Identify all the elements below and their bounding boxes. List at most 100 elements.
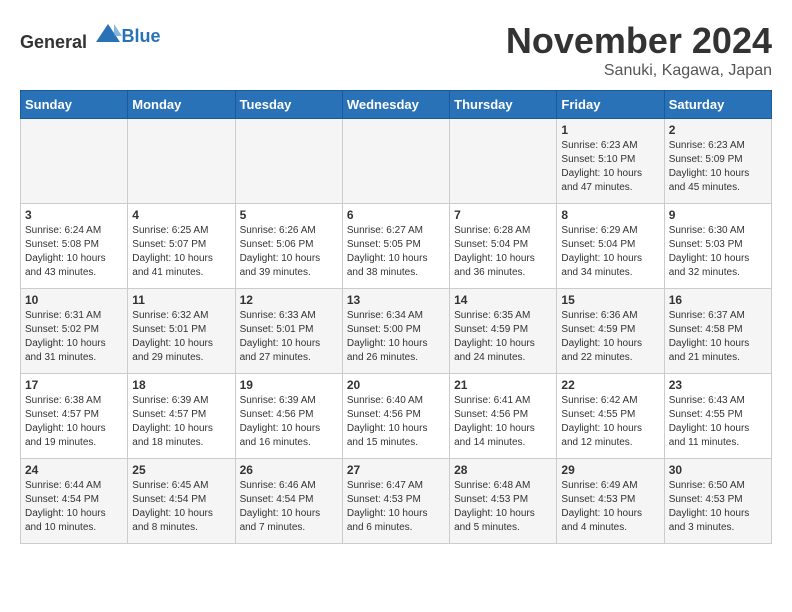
day-number: 7 <box>454 208 552 222</box>
calendar-cell: 19 Sunrise: 6:39 AM Sunset: 4:56 PM Dayli… <box>235 374 342 459</box>
day-number: 21 <box>454 378 552 392</box>
day-number: 12 <box>240 293 338 307</box>
day-info: Sunrise: 6:34 AM Sunset: 5:00 PM Dayligh… <box>347 309 445 365</box>
day-info: Sunrise: 6:42 AM Sunset: 4:55 PM Dayligh… <box>561 394 659 450</box>
calendar-week-row: 17 Sunrise: 6:38 AM Sunset: 4:57 PM Dayli… <box>21 374 772 459</box>
calendar-week-row: 10 Sunrise: 6:31 AM Sunset: 5:02 PM Dayli… <box>21 289 772 374</box>
calendar-cell: 4 Sunrise: 6:25 AM Sunset: 5:07 PM Daylig… <box>128 204 235 289</box>
calendar-cell: 28 Sunrise: 6:48 AM Sunset: 4:53 PM Dayli… <box>450 459 557 544</box>
calendar-cell: 22 Sunrise: 6:42 AM Sunset: 4:55 PM Dayli… <box>557 374 664 459</box>
day-number: 19 <box>240 378 338 392</box>
calendar-cell: 10 Sunrise: 6:31 AM Sunset: 5:02 PM Dayli… <box>21 289 128 374</box>
day-number: 18 <box>132 378 230 392</box>
calendar-cell: 23Sunrise: 6:43 AM Sunset: 4:55 PM Dayli… <box>664 374 771 459</box>
day-info: Sunrise: 6:39 AM Sunset: 4:56 PM Dayligh… <box>240 394 338 450</box>
calendar-cell: 27 Sunrise: 6:47 AM Sunset: 4:53 PM Dayli… <box>342 459 449 544</box>
day-number: 29 <box>561 463 659 477</box>
day-number: 4 <box>132 208 230 222</box>
day-info: Sunrise: 6:40 AM Sunset: 4:56 PM Dayligh… <box>347 394 445 450</box>
calendar-cell: 25Sunrise: 6:45 AM Sunset: 4:54 PM Dayli… <box>128 459 235 544</box>
calendar-cell: 12Sunrise: 6:33 AM Sunset: 5:01 PM Dayli… <box>235 289 342 374</box>
day-number: 17 <box>25 378 123 392</box>
calendar-cell: 26Sunrise: 6:46 AM Sunset: 4:54 PM Dayli… <box>235 459 342 544</box>
calendar-cell <box>21 119 128 204</box>
month-title: November 2024 <box>506 20 772 62</box>
day-number: 6 <box>347 208 445 222</box>
header: General Blue November 2024 Sanuki, Kagaw… <box>20 20 772 80</box>
day-number: 9 <box>669 208 767 222</box>
calendar-cell: 8 Sunrise: 6:29 AM Sunset: 5:04 PM Daylig… <box>557 204 664 289</box>
calendar-week-row: 1 Sunrise: 6:23 AM Sunset: 5:10 PM Daylig… <box>21 119 772 204</box>
day-info: Sunrise: 6:47 AM Sunset: 4:53 PM Dayligh… <box>347 479 445 535</box>
day-info: Sunrise: 6:39 AM Sunset: 4:57 PM Dayligh… <box>132 394 230 450</box>
calendar-cell: 15Sunrise: 6:36 AM Sunset: 4:59 PM Dayli… <box>557 289 664 374</box>
day-number: 1 <box>561 123 659 137</box>
day-info: Sunrise: 6:37 AM Sunset: 4:58 PM Dayligh… <box>669 309 767 365</box>
day-info: Sunrise: 6:29 AM Sunset: 5:04 PM Dayligh… <box>561 224 659 280</box>
calendar-cell: 16 Sunrise: 6:37 AM Sunset: 4:58 PM Dayli… <box>664 289 771 374</box>
calendar-cell: 5 Sunrise: 6:26 AM Sunset: 5:06 PM Daylig… <box>235 204 342 289</box>
day-number: 14 <box>454 293 552 307</box>
day-info: Sunrise: 6:48 AM Sunset: 4:53 PM Dayligh… <box>454 479 552 535</box>
day-number: 24 <box>25 463 123 477</box>
title-area: November 2024 Sanuki, Kagawa, Japan <box>506 20 772 80</box>
calendar-cell: 18 Sunrise: 6:39 AM Sunset: 4:57 PM Dayli… <box>128 374 235 459</box>
calendar-cell <box>342 119 449 204</box>
calendar-cell <box>450 119 557 204</box>
day-info: Sunrise: 6:38 AM Sunset: 4:57 PM Dayligh… <box>25 394 123 450</box>
location-subtitle: Sanuki, Kagawa, Japan <box>506 62 772 80</box>
day-info: Sunrise: 6:30 AM Sunset: 5:03 PM Dayligh… <box>669 224 767 280</box>
calendar-cell: 2Sunrise: 6:23 AM Sunset: 5:09 PM Daylig… <box>664 119 771 204</box>
calendar-cell: 20Sunrise: 6:40 AM Sunset: 4:56 PM Dayli… <box>342 374 449 459</box>
calendar-cell: 24 Sunrise: 6:44 AM Sunset: 4:54 PM Dayli… <box>21 459 128 544</box>
day-info: Sunrise: 6:43 AM Sunset: 4:55 PM Dayligh… <box>669 394 767 450</box>
logo: General Blue <box>20 20 161 53</box>
day-info: Sunrise: 6:24 AM Sunset: 5:08 PM Dayligh… <box>25 224 123 280</box>
calendar-cell: 17 Sunrise: 6:38 AM Sunset: 4:57 PM Dayli… <box>21 374 128 459</box>
logo-general-text: General <box>20 32 87 52</box>
calendar-cell: 9 Sunrise: 6:30 AM Sunset: 5:03 PM Daylig… <box>664 204 771 289</box>
day-info: Sunrise: 6:28 AM Sunset: 5:04 PM Dayligh… <box>454 224 552 280</box>
day-number: 28 <box>454 463 552 477</box>
day-number: 22 <box>561 378 659 392</box>
calendar-cell: 13 Sunrise: 6:34 AM Sunset: 5:00 PM Dayli… <box>342 289 449 374</box>
day-info: Sunrise: 6:46 AM Sunset: 4:54 PM Dayligh… <box>240 479 338 535</box>
day-number: 30 <box>669 463 767 477</box>
weekday-header: Tuesday <box>235 91 342 119</box>
calendar-cell: 3 Sunrise: 6:24 AM Sunset: 5:08 PM Daylig… <box>21 204 128 289</box>
day-number: 27 <box>347 463 445 477</box>
logo-blue-text: Blue <box>122 26 161 46</box>
calendar-cell: 7 Sunrise: 6:28 AM Sunset: 5:04 PM Daylig… <box>450 204 557 289</box>
weekday-header: Saturday <box>664 91 771 119</box>
calendar-cell: 29Sunrise: 6:49 AM Sunset: 4:53 PM Dayli… <box>557 459 664 544</box>
day-info: Sunrise: 6:50 AM Sunset: 4:53 PM Dayligh… <box>669 479 767 535</box>
day-info: Sunrise: 6:44 AM Sunset: 4:54 PM Dayligh… <box>25 479 123 535</box>
day-info: Sunrise: 6:23 AM Sunset: 5:10 PM Dayligh… <box>561 139 659 195</box>
day-info: Sunrise: 6:32 AM Sunset: 5:01 PM Dayligh… <box>132 309 230 365</box>
calendar-week-row: 24 Sunrise: 6:44 AM Sunset: 4:54 PM Dayli… <box>21 459 772 544</box>
day-number: 2 <box>669 123 767 137</box>
day-info: Sunrise: 6:31 AM Sunset: 5:02 PM Dayligh… <box>25 309 123 365</box>
day-number: 5 <box>240 208 338 222</box>
day-number: 11 <box>132 293 230 307</box>
weekday-header-row: SundayMondayTuesdayWednesdayThursdayFrid… <box>21 91 772 119</box>
calendar-cell: 21Sunrise: 6:41 AM Sunset: 4:56 PM Dayli… <box>450 374 557 459</box>
day-info: Sunrise: 6:26 AM Sunset: 5:06 PM Dayligh… <box>240 224 338 280</box>
logo-icon <box>94 20 122 48</box>
weekday-header: Friday <box>557 91 664 119</box>
calendar-cell: 14Sunrise: 6:35 AM Sunset: 4:59 PM Dayli… <box>450 289 557 374</box>
day-number: 13 <box>347 293 445 307</box>
calendar-cell: 1 Sunrise: 6:23 AM Sunset: 5:10 PM Daylig… <box>557 119 664 204</box>
calendar-table: SundayMondayTuesdayWednesdayThursdayFrid… <box>20 90 772 544</box>
day-number: 15 <box>561 293 659 307</box>
weekday-header: Thursday <box>450 91 557 119</box>
day-number: 16 <box>669 293 767 307</box>
day-number: 8 <box>561 208 659 222</box>
calendar-week-row: 3 Sunrise: 6:24 AM Sunset: 5:08 PM Daylig… <box>21 204 772 289</box>
day-info: Sunrise: 6:45 AM Sunset: 4:54 PM Dayligh… <box>132 479 230 535</box>
day-info: Sunrise: 6:25 AM Sunset: 5:07 PM Dayligh… <box>132 224 230 280</box>
day-info: Sunrise: 6:27 AM Sunset: 5:05 PM Dayligh… <box>347 224 445 280</box>
day-number: 10 <box>25 293 123 307</box>
weekday-header: Monday <box>128 91 235 119</box>
day-number: 3 <box>25 208 123 222</box>
